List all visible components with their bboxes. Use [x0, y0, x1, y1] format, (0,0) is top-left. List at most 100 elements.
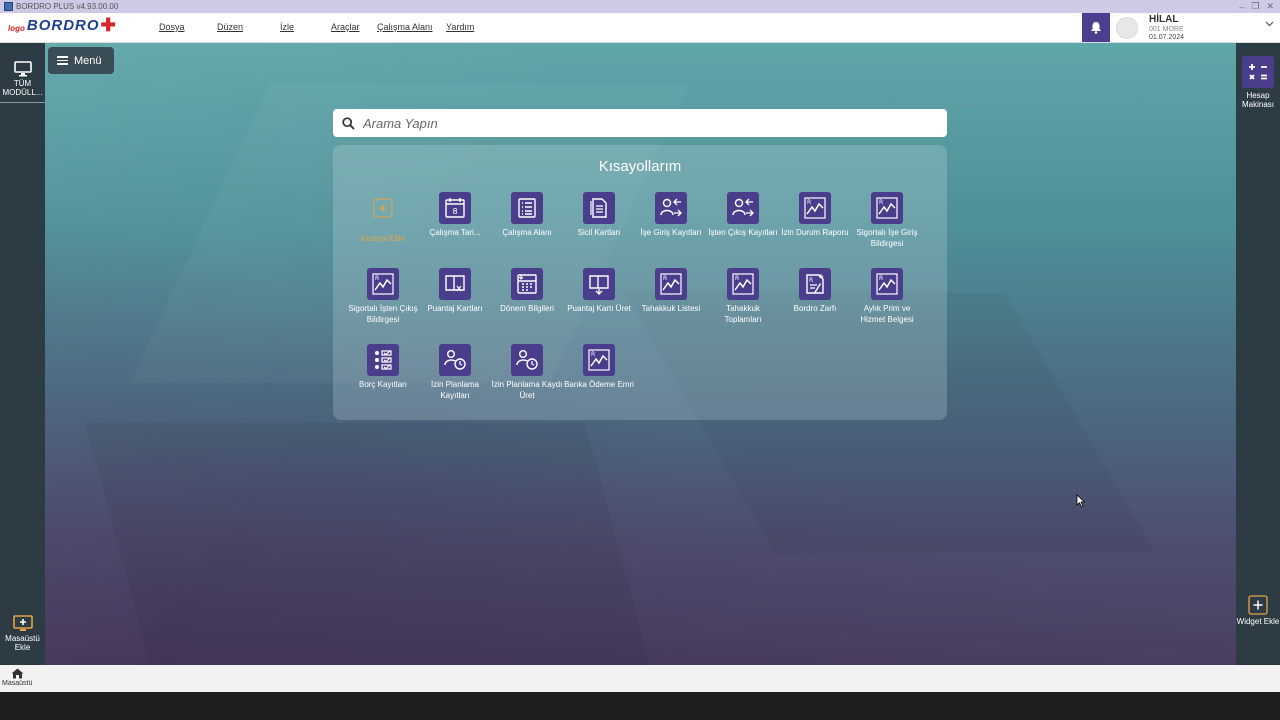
add-desktop-button[interactable]: Masaüstü Ekle: [0, 615, 45, 653]
list-icon: [511, 192, 543, 224]
logo-plus-icon: ✚: [100, 15, 116, 35]
home-icon: [11, 668, 24, 679]
menu-izle[interactable]: İzle: [280, 22, 294, 32]
shortcut-tile[interactable]: R Sigortalı İşe Giriş Bildirgesi: [851, 192, 923, 250]
add-shortcut-tile[interactable]: Kısayol Ekle: [347, 192, 419, 245]
all-modules-button[interactable]: TÜM MODÜLL...: [0, 61, 45, 103]
report-chart-icon: R: [727, 268, 759, 300]
shortcut-label: Puantaj Kartı Üret: [567, 304, 631, 313]
leave-plan-icon: [439, 344, 471, 376]
svg-text:R: R: [879, 199, 883, 206]
shortcut-tile[interactable]: R Sigortalı İşten Çıkış Bildirgesi: [347, 268, 419, 326]
shortcut-tile[interactable]: R Tahakkuk Listesi: [635, 268, 707, 315]
shortcut-label: Sicil Kartları: [577, 228, 621, 237]
shortcut-label: Borç Kayıtları: [358, 380, 407, 389]
timesheet-generate-icon: [583, 268, 615, 300]
shortcuts-panel: Kısayollarım Kısayol Ekle 8 Çalışma Tari…: [333, 145, 947, 420]
shortcut-label: Sigortalı İşten Çıkış Bildirgesi: [348, 304, 418, 324]
restore-icon[interactable]: ❐: [1251, 1, 1259, 12]
bell-icon: [1091, 22, 1101, 34]
shortcut-tile[interactable]: Puantaj Kartı Üret: [563, 268, 635, 315]
documents-icon: [583, 192, 615, 224]
shortcut-tile[interactable]: R Aylık Prim ve Hizmet Belgesi: [851, 268, 923, 326]
window-title: BORDRO PLUS v4.93.00.00: [16, 2, 119, 11]
report-chart-icon: R: [871, 192, 903, 224]
right-sidebar: Hesap Makinası Widget Ekle: [1236, 43, 1280, 665]
monitor-icon: [13, 61, 32, 77]
shortcut-tile[interactable]: Puantaj Kartları: [419, 268, 491, 315]
app-icon: [4, 2, 13, 11]
shortcut-tile[interactable]: R İzin Durum Raporu: [779, 192, 851, 239]
shortcuts-title: Kısayollarım: [598, 158, 682, 175]
user-in-icon: [655, 192, 687, 224]
notifications-button[interactable]: [1082, 13, 1110, 42]
desktop-home-button[interactable]: Masaüstü: [2, 668, 32, 687]
svg-text:R: R: [879, 275, 883, 282]
shortcut-tile[interactable]: 8 Çalışma Tari...: [419, 192, 491, 239]
shortcut-tile[interactable]: İzin Planlama Kayıtları: [419, 344, 491, 402]
search-icon: [342, 116, 355, 130]
shortcut-tile[interactable]: İşten Çıkış Kayıtları: [707, 192, 779, 239]
shortcut-label: İşten Çıkış Kayıtları: [708, 228, 778, 237]
menu-button[interactable]: Menü: [48, 47, 114, 74]
shortcut-label: Bordro Zarfı: [793, 304, 837, 313]
shortcut-tile[interactable]: Çalışma Alanı: [491, 192, 563, 239]
menu-calisma-alani[interactable]: Çalışma Alanı: [377, 22, 433, 32]
shortcut-label: Banka Ödeme Emri: [564, 380, 634, 389]
user-name[interactable]: HİLAL: [1149, 14, 1178, 25]
report-chart-icon: R: [871, 268, 903, 300]
calculator-label: Hesap Makinası: [1241, 91, 1274, 109]
title-bar: BORDRO PLUS v4.93.00.00 – ❐ ✕: [0, 0, 1280, 13]
add-shortcut-label: Kısayol Ekle: [360, 234, 406, 243]
shortcut-tile[interactable]: İşe Giriş Kayıtları: [635, 192, 707, 239]
shortcut-tile[interactable]: Sicil Kartları: [563, 192, 635, 239]
bottom-taskbar: Masaüstü: [0, 665, 1280, 692]
shortcut-label: Sigortalı İşe Giriş Bildirgesi: [856, 228, 918, 248]
minimize-icon[interactable]: –: [1239, 2, 1244, 12]
calculator-button[interactable]: Hesap Makinası: [1236, 56, 1280, 110]
shortcut-tile[interactable]: R Bordro Zarfı: [779, 268, 851, 315]
screen-bottom-strip: [0, 692, 1280, 720]
shortcut-tile[interactable]: İzin Planlama Kaydı Üret: [491, 344, 563, 402]
shortcut-tile[interactable]: Dönem Bilgileri: [491, 268, 563, 315]
chevron-down-icon[interactable]: [1265, 21, 1274, 27]
report-chart-icon: R: [655, 268, 687, 300]
logo-small: logo: [8, 24, 25, 34]
shortcut-label: İzin Planlama Kayıtları: [430, 380, 480, 400]
report-chart-icon: R: [367, 268, 399, 300]
add-widget-button[interactable]: Widget Ekle: [1236, 595, 1280, 627]
shortcut-label: Tahakkuk Toplamları: [724, 304, 762, 324]
shortcut-tile[interactable]: R Tahakkuk Toplamları: [707, 268, 779, 326]
mouse-cursor-icon: [1076, 494, 1086, 508]
user-date: 01.07.2024: [1149, 34, 1185, 41]
report-chart-icon: R: [799, 192, 831, 224]
svg-text:R: R: [663, 275, 667, 282]
add-shortcut-icon: [367, 192, 399, 224]
shortcut-tile[interactable]: Borç Kayıtları: [347, 344, 419, 391]
report-chart-icon: R: [583, 344, 615, 376]
avatar[interactable]: [1116, 17, 1138, 39]
all-modules-label: TÜM MODÜLL...: [2, 79, 43, 97]
svg-text:R: R: [807, 199, 811, 206]
shortcut-label: Tahakkuk Listesi: [641, 304, 701, 313]
svg-text:R: R: [809, 277, 813, 284]
menu-dosya[interactable]: Dosya: [159, 22, 185, 32]
menu-duzen[interactable]: Düzen: [217, 22, 243, 32]
logo-big: BORDRO: [26, 17, 100, 35]
shortcut-label: Puantaj Kartları: [427, 304, 483, 313]
envelope-icon: R: [799, 268, 831, 300]
search-bar[interactable]: [333, 109, 947, 137]
shortcut-label: İzin Durum Raporu: [781, 228, 849, 237]
add-desktop-label: Masaüstü Ekle: [5, 634, 40, 652]
menu-button-label: Menü: [74, 54, 102, 67]
search-input[interactable]: [363, 115, 923, 131]
svg-text:R: R: [591, 351, 595, 358]
shortcut-tile[interactable]: R Banka Ödeme Emri: [563, 344, 635, 391]
left-sidebar: TÜM MODÜLL... Masaüstü Ekle: [0, 43, 45, 665]
menu-yardim[interactable]: Yardım: [446, 22, 474, 32]
menu-araclar[interactable]: Araçlar: [331, 22, 360, 32]
close-icon[interactable]: ✕: [1266, 1, 1274, 12]
checklist-icon: [367, 344, 399, 376]
hamburger-icon: [57, 56, 68, 65]
top-menu-bar: logo BORDRO ✚ Dosya Düzen İzle Araçlar Ç…: [0, 13, 1280, 43]
